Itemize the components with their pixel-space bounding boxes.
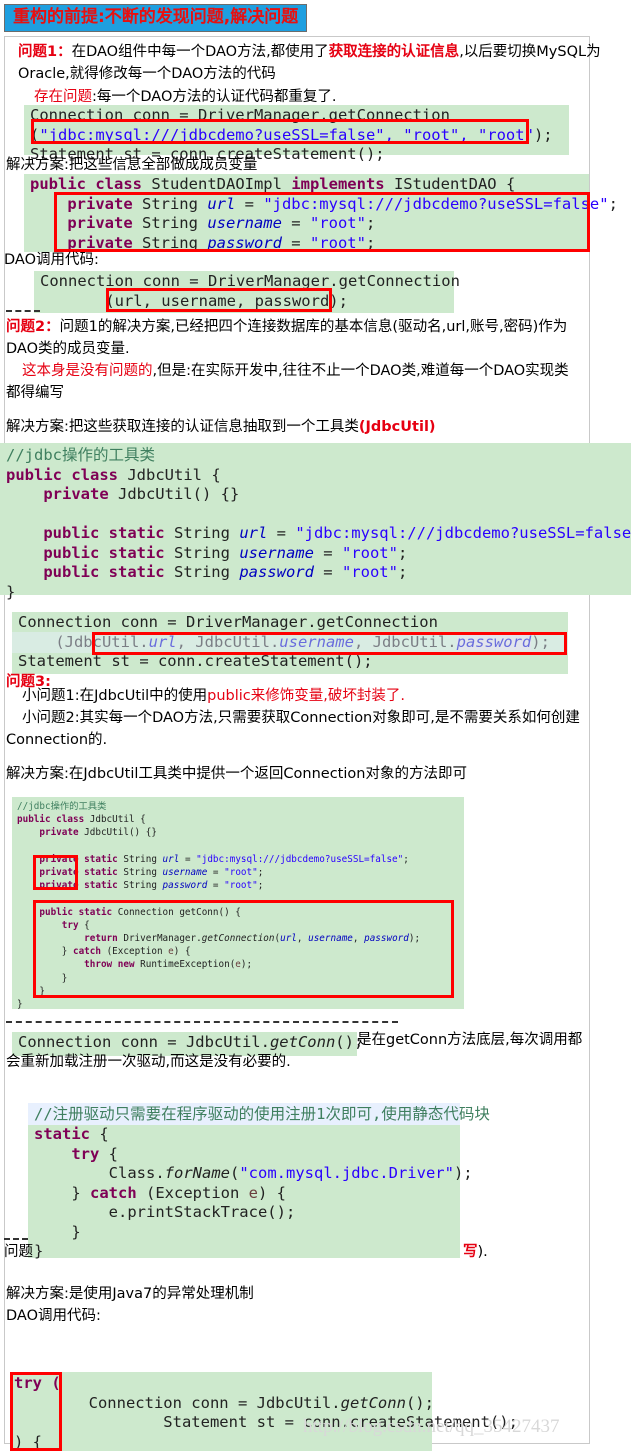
problem2-line2: DAO类的成员变量.	[6, 341, 130, 357]
problem2-line3-b: ,但是:在实际开发中,往往不止一个DAO类,难道每一个DAO实现类	[152, 363, 569, 379]
problem4-tail: 写).	[463, 1243, 488, 1262]
problem1-label: 问题1：	[18, 44, 72, 60]
separator-2	[6, 1021, 398, 1023]
code-block-9: try ( Connection conn = JdbcUtil.getConn…	[10, 1372, 518, 1451]
highlight-box-1	[31, 119, 529, 144]
problem1-line1: 问题1：在DAO组件中每一个DAO方法,都使用了获取连接的认证信息,以后要切换M…	[18, 43, 601, 62]
code7-line1: Connection conn = JdbcUtil.getConn();	[18, 1033, 364, 1051]
problem2-line4: 都得编写	[6, 385, 64, 401]
highlight-box-5	[33, 855, 78, 890]
problem1-line2: Oracle,就得修改每一个DAO方法的代码	[18, 66, 276, 82]
separator-3	[4, 1238, 28, 1240]
problem1-dao-call-label: DAO调用代码:	[4, 252, 99, 268]
problem3-solution: 解决方案:在JdbcUtil工具类中提供一个返回Connection对象的方法即…	[6, 766, 467, 782]
page-title-banner: 重构的前提:不断的发现问题,解决问题	[4, 4, 308, 33]
page-root: 重构的前提:不断的发现问题,解决问题 问题1：在DAO组件中每一个DAO方法,都…	[0, 0, 631, 1451]
problem1-highlight: 获取连接的认证信息	[328, 44, 460, 60]
code8-comment: //注册驱动只需要在程序驱动的使用注册1次即可,使用静态代码块	[34, 1105, 490, 1123]
separator-1	[6, 310, 40, 312]
highlight-box-7	[10, 1372, 62, 1451]
problem2-highlight: 这本身是没有问题的	[22, 363, 153, 379]
code6-comment: //jdbc操作的工具类	[17, 801, 107, 812]
code1-line2-suffix: );	[533, 125, 553, 144]
problem2-solution-text: 解决方案:把这些获取连接的认证信息抽取到一个工具类	[6, 419, 359, 435]
problem1-line1-a: 在DAO组件中每一个DAO方法,都使用了	[71, 44, 329, 60]
problem4-tail-text: ).	[477, 1244, 488, 1260]
problem4-tail-highlight: 写	[463, 1244, 478, 1260]
problem3-sub3: Connection的.	[6, 732, 108, 748]
final-dao-call-label: DAO调用代码:	[6, 1308, 101, 1324]
problem2-line3: 这本身是没有问题的,但是:在实际开发中,往往不止一个DAO类,难道每一个DAO实…	[22, 362, 569, 381]
code-block-4: //jdbc操作的工具类 public class JdbcUtil { pri…	[0, 443, 631, 601]
problem1-line1-b: ,以后要切换MySQL为	[459, 44, 601, 60]
note-getconn-line2: 会重新加载注册一次驱动,而这是没有必要的.	[6, 1054, 291, 1070]
code4-comment: //jdbc操作的工具类	[6, 446, 155, 464]
note-getconn-line1: 是在getConn方法底层,每次调用都	[357, 1032, 583, 1048]
problem2-line1-text: 问题1的解决方案,已经把四个连接数据库的基本信息(驱动名,url,账号,密码)作…	[59, 319, 568, 335]
problem4-label: 问题	[4, 1244, 33, 1260]
problem3-sub1: 小问题1:在JdbcUtil中的使用public来修饰变量,破坏封装了.	[22, 687, 405, 706]
highlight-box-3	[106, 288, 332, 312]
problem2-line1: 问题2：问题1的解决方案,已经把四个连接数据库的基本信息(驱动名,url,账号,…	[6, 318, 567, 337]
final-solution: 解决方案:是使用Java7的异常处理机制	[6, 1286, 254, 1302]
problem3-sub1-a: 小问题1:在JdbcUtil中的使用	[22, 688, 208, 704]
problem2-label: 问题2：	[6, 319, 60, 335]
watermark: http://blog.csdn.net/qq_35427437	[303, 1416, 560, 1437]
code-block-8: static { try { Class.forName("com.mysql.…	[28, 1125, 473, 1260]
problem1-issue-text: :每一个DAO方法的认证代码都重复了.	[92, 89, 337, 105]
code9-line2: Connection conn = JdbcUtil.getConn();	[88, 1393, 434, 1412]
problem1-solution: 解决方案:把这些信息全部做成成员变量	[6, 157, 258, 173]
code5-line1: Connection conn = DriverManager.getConne…	[18, 613, 438, 631]
problem3-sub1-highlight: public来修饰变量,破坏封装了.	[207, 688, 405, 704]
problem3-sub2: 小问题2:其实每一个DAO方法,只需要获取Connection对象即可,是不需要…	[22, 710, 580, 726]
problem1-issue-label: 存在问题	[34, 89, 92, 105]
highlight-box-2	[54, 192, 590, 252]
problem2-solution: 解决方案:把这些获取连接的认证信息抽取到一个工具类(JdbcUtil)	[6, 418, 436, 437]
highlight-box-4	[92, 632, 567, 655]
highlight-box-6	[33, 900, 454, 998]
problem2-solution-highlight: (JdbcUtil)	[358, 419, 436, 435]
